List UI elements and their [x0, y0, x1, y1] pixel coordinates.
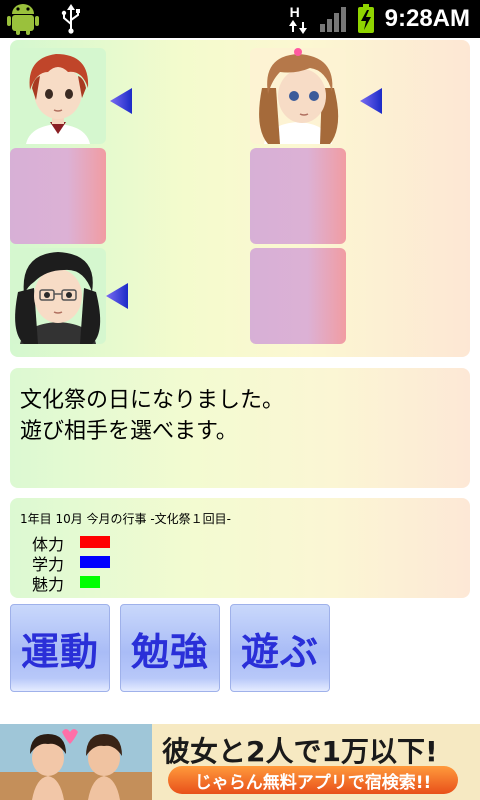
usb-icon [61, 4, 80, 34]
battery-charging-icon [357, 4, 374, 33]
character-portrait-girl-glasses[interactable] [10, 248, 106, 344]
select-arrow-icon [106, 283, 128, 309]
empty-character-slot [10, 148, 106, 244]
stat-bar-charm [80, 576, 100, 588]
status-bar-right: H 9:28AM [287, 0, 470, 38]
stat-bar-academics [80, 556, 110, 568]
study-button[interactable]: 勉強 [120, 604, 220, 692]
ad-subtitle: じゃらん無料アプリで宿検索!! [168, 766, 458, 794]
message-text: 文化祭の日になりました。 遊び相手を選べます。 [20, 385, 284, 447]
play-button[interactable]: 遊ぶ [230, 604, 330, 692]
empty-character-slot [250, 248, 346, 344]
ad-photo [0, 724, 152, 800]
select-arrow-icon [360, 88, 382, 114]
message-line-2: 遊び相手を選べます。 [20, 419, 238, 444]
status-bar-clock: 9:28AM [384, 5, 470, 32]
stat-label-charm: 魅力 [32, 575, 65, 594]
ad-banner[interactable]: 彼女と2人で1万以下! じゃらん無料アプリで宿検索!! [0, 724, 480, 800]
exercise-button[interactable]: 運動 [10, 604, 110, 692]
character-portrait-boy[interactable] [10, 48, 106, 144]
status-bar: H 9:28AM [0, 0, 480, 38]
message-line-1: 文化祭の日になりました。 [20, 388, 285, 413]
network-h-icon: H [287, 4, 309, 34]
stat-bar-stamina [80, 536, 110, 548]
android-icon [7, 4, 39, 35]
status-info: 1年目 10月 今月の行事 -文化祭１回目- [20, 512, 232, 526]
ad-title: 彼女と2人で1万以下! [162, 735, 438, 768]
status-bar-left [6, 3, 82, 35]
signal-icon [319, 7, 346, 32]
character-portrait-girl-long-hair[interactable] [250, 48, 346, 144]
empty-character-slot [250, 148, 346, 244]
network-label: H [289, 4, 300, 20]
select-arrow-icon [110, 88, 132, 114]
